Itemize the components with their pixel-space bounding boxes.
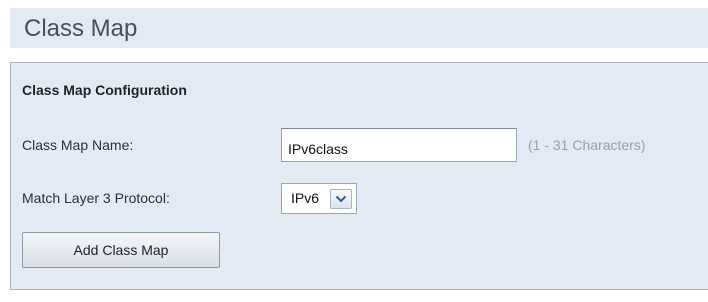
add-class-map-button[interactable]: Add Class Map [22,232,220,268]
title-bar: Class Map [10,8,708,48]
class-map-name-label: Class Map Name: [22,137,134,153]
class-map-name-input[interactable] [281,128,517,162]
page: Class Map Class Map Configuration Class … [0,0,708,302]
section-heading: Class Map Configuration [22,82,187,98]
selected-protocol-value: IPv6 [291,190,320,206]
chevron-down-icon[interactable] [330,189,352,209]
page-title: Class Map [24,15,138,42]
match-layer3-protocol-select[interactable]: IPv6 [281,183,357,214]
match-layer3-protocol-label: Match Layer 3 Protocol: [22,190,170,206]
class-map-name-hint: (1 - 31 Characters) [528,137,646,153]
